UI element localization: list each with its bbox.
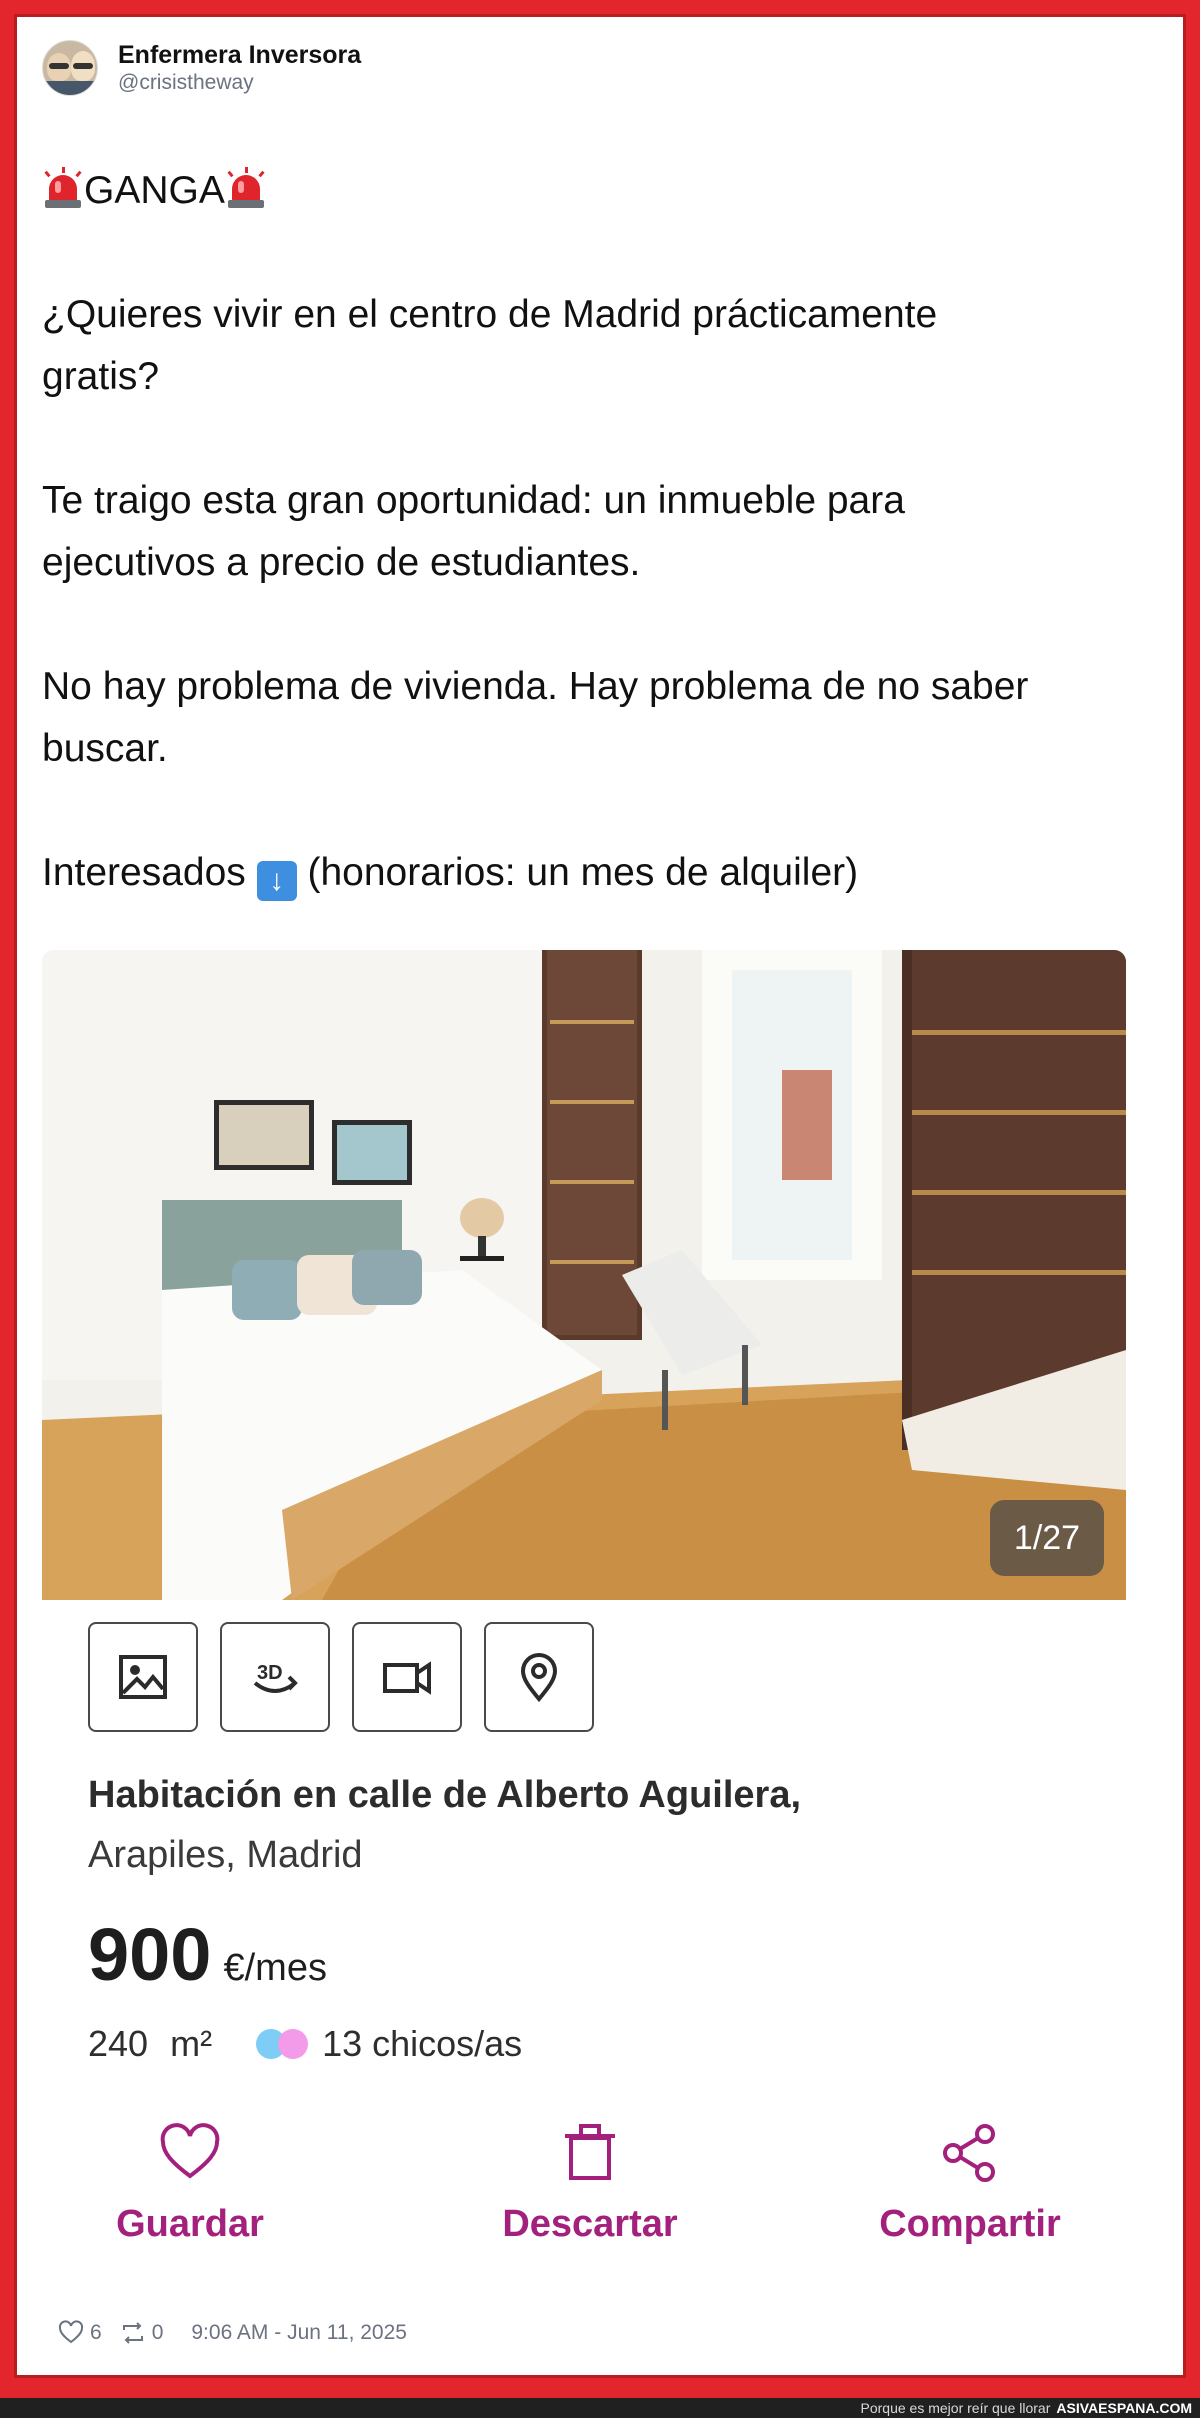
bedroom-photo [42, 950, 1126, 1600]
trash-icon [565, 2124, 615, 2180]
watermark-tagline: Porque es mejor reír que llorar [860, 2400, 1051, 2416]
listing-title[interactable]: Habitación en calle de Alberto Aguilera, [88, 1770, 801, 1820]
3d-tour-icon: 3D [253, 1662, 298, 1693]
listing-specs: 240 m² 13 chicos/as [88, 2020, 522, 2068]
price-value: 900 [88, 1913, 212, 1996]
gender-dot-icon [278, 2029, 309, 2059]
share-label: Compartir [879, 2203, 1061, 2245]
tweet-text: GANGA ¿Quieres vivir en el centro de Mad… [42, 160, 1142, 904]
area-value: 240 [88, 2023, 149, 2064]
tweet-headline: GANGA [42, 160, 1142, 222]
video-button[interactable] [352, 1622, 462, 1732]
retweet-count: 0 [151, 2321, 164, 2344]
avatar[interactable] [42, 40, 98, 96]
discard-button[interactable]: Descartar [480, 2120, 700, 2248]
share-icon [943, 2124, 995, 2182]
down-arrow-icon: ↓ [256, 861, 297, 901]
tweet-paragraph: Te traigo esta gran oportunidad: un inmu… [42, 479, 905, 584]
discard-label: Descartar [502, 2203, 678, 2245]
3d-tour-button[interactable]: 3D [220, 1622, 330, 1732]
interested-text: Interesados [42, 851, 246, 894]
save-label: Guardar [116, 2203, 264, 2245]
listing-price: 900 €/mes [88, 1910, 327, 2000]
listing-actions: Guardar Descartar Compartir [110, 2120, 1110, 2260]
video-camera-icon [383, 1661, 431, 1695]
location-pin-icon [520, 1653, 558, 1703]
headline-text: GANGA [84, 169, 225, 212]
watermark: Porque es mejor reír que llorar ASIVAESPA… [861, 2400, 1192, 2416]
author-handle[interactable]: @crisistheway [118, 70, 361, 96]
tweet-timestamp[interactable]: 9:06 AM - Jun 11, 2025 [191, 2321, 407, 2345]
fees-text: (honorarios: un mes de alquiler) [307, 851, 859, 894]
photo-counter[interactable]: 1/27 [990, 1500, 1104, 1576]
listing-location: Arapiles, Madrid [88, 1834, 363, 1876]
like-heart-icon[interactable] [58, 2320, 84, 2346]
tweet-author[interactable]: Enfermera Inversora @crisistheway [42, 40, 361, 96]
map-button[interactable] [484, 1622, 594, 1732]
watermark-site: ASIVAESPANA.COM [1056, 2400, 1192, 2416]
heart-icon [160, 2123, 220, 2179]
svg-text:3D: 3D [257, 1662, 283, 1684]
occupants-text: 13 chicos/as [322, 2023, 523, 2064]
price-unit: €/mes [223, 1947, 327, 1989]
author-name[interactable]: Enfermera Inversora [118, 40, 361, 70]
police-light-icon [225, 167, 267, 209]
share-button[interactable]: Compartir [840, 2120, 1100, 2248]
tweet-footer: 6 0 9:06 AM - Jun 11, 2025 [58, 2320, 407, 2346]
listing-photo[interactable]: 1/27 [42, 950, 1126, 1600]
retweet-icon[interactable] [120, 2320, 146, 2346]
image-icon [119, 1655, 167, 1699]
like-count: 6 [90, 2321, 102, 2344]
save-button[interactable]: Guardar [110, 2120, 270, 2248]
tweet-paragraph: ¿Quieres vivir en el centro de Madrid pr… [42, 293, 938, 398]
media-buttons: 3D [88, 1622, 616, 1732]
police-light-icon [42, 167, 84, 209]
tweet-paragraph: Interesados ↓ (honorarios: un mes de alq… [42, 842, 1142, 904]
area-unit: m² [170, 2023, 213, 2064]
photos-button[interactable] [88, 1622, 198, 1732]
tweet-paragraph: No hay problema de vivienda. Hay problem… [42, 665, 1029, 770]
